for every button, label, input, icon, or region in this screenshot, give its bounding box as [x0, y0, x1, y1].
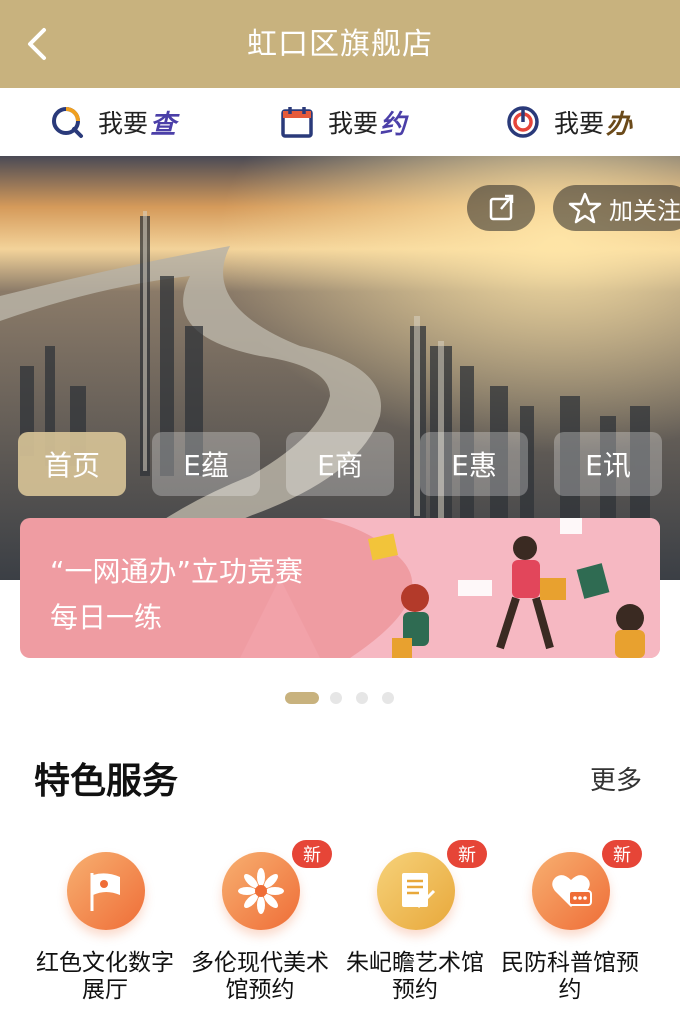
tab-e-hui[interactable]: E惠 — [420, 432, 528, 496]
service-label-line: 展厅 — [82, 977, 128, 1003]
quick-action-query[interactable]: 我要 查 — [50, 102, 176, 142]
carousel-dot-active[interactable] — [285, 692, 319, 704]
more-link[interactable]: 更多 — [590, 760, 642, 797]
service-civil-defense-museum[interactable]: 新 民防科普馆预 约 — [485, 840, 655, 1020]
promo-title: “一网通办”立功竞赛 — [50, 555, 304, 588]
hero-banner: 加关注 首页 E蕴 E商 E惠 E讯 — [0, 156, 680, 580]
service-label-line: 预约 — [392, 977, 438, 1003]
service-duolun-art-museum[interactable]: 新 多伦现代美术 馆预约 — [175, 840, 345, 1020]
quick-action-appointment[interactable]: 我要 约 — [280, 102, 406, 142]
flag-icon — [90, 873, 120, 911]
section-title: 特色服务 — [34, 761, 179, 802]
new-badge: 新 — [292, 840, 332, 868]
tab-e-shang[interactable]: E商 — [286, 432, 394, 496]
share-icon — [489, 194, 514, 221]
service-label: 多伦现代美术 馆预约 — [175, 950, 345, 1004]
search-icon — [52, 107, 83, 138]
follow-button[interactable]: 加关注 — [553, 185, 680, 231]
share-button[interactable] — [467, 185, 535, 231]
calendar-icon — [281, 107, 313, 138]
tab-e-xun[interactable]: E讯 — [554, 432, 662, 496]
quick-action-suffix: 约 — [380, 109, 407, 140]
carousel-dot[interactable] — [382, 692, 394, 704]
document-icon — [402, 873, 436, 909]
quick-action-prefix: 我要 — [328, 109, 379, 138]
service-label-line: 民防科普馆预 — [501, 950, 639, 976]
new-badge: 新 — [602, 840, 642, 868]
service-icon-bg — [377, 852, 455, 930]
service-label: 红色文化数字 展厅 — [20, 950, 190, 1004]
quick-action-prefix: 我要 — [98, 109, 149, 138]
carousel-indicator — [0, 692, 680, 704]
service-label-line: 朱屺瞻艺术馆 — [346, 950, 484, 976]
service-icon-bg — [532, 852, 610, 930]
top-bar: 虹口区旗舰店 — [0, 0, 680, 88]
service-zhu-qizhan-art-museum[interactable]: 新 朱屺瞻艺术馆 预约 — [330, 840, 500, 1020]
service-label-line: 约 — [558, 977, 582, 1003]
service-red-culture[interactable]: 红色文化数字 展厅 — [20, 840, 190, 1020]
service-label-line: 馆预约 — [225, 977, 295, 1003]
quick-actions: 我要 查 我要 约 我要 办 — [0, 88, 680, 156]
follow-label: 加关注 — [609, 196, 680, 225]
service-icon-bg — [222, 852, 300, 930]
tab-e-yun[interactable]: E蕴 — [152, 432, 260, 496]
service-label: 朱屺瞻艺术馆 预约 — [330, 950, 500, 1004]
quick-action-suffix: 查 — [150, 109, 177, 140]
carousel-dot[interactable] — [330, 692, 342, 704]
promo-card[interactable]: “一网通办”立功竞赛 每日一练 — [20, 518, 660, 658]
service-icon-bg — [67, 852, 145, 930]
heart-chat-icon — [552, 875, 592, 907]
page-title: 虹口区旗舰店 — [247, 27, 433, 62]
tab-home[interactable]: 首页 — [18, 432, 126, 496]
carousel-dot[interactable] — [356, 692, 368, 704]
star-icon — [568, 192, 602, 224]
service-label-line: 红色文化数字 — [36, 950, 174, 976]
quick-action-handle[interactable]: 我要 办 — [506, 102, 632, 142]
flower-icon — [238, 868, 284, 914]
quick-action-prefix: 我要 — [554, 109, 605, 138]
target-icon — [507, 106, 539, 138]
quick-action-suffix: 办 — [606, 109, 633, 140]
new-badge: 新 — [447, 840, 487, 868]
promo-subtitle: 每日一练 — [50, 601, 163, 634]
service-label-line: 多伦现代美术 — [191, 950, 329, 976]
service-label: 民防科普馆预 约 — [485, 950, 655, 1004]
